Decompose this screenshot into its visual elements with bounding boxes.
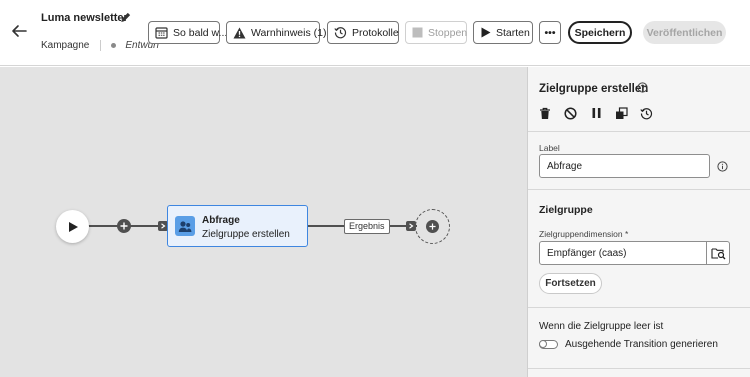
calendar-icon — [155, 27, 168, 39]
divider — [528, 368, 750, 369]
info-icon[interactable] — [637, 82, 648, 93]
separator — [100, 40, 102, 51]
add-activity-button[interactable] — [117, 219, 131, 233]
copy-tool[interactable] — [614, 106, 628, 120]
copy-icon — [615, 106, 628, 119]
divider — [528, 189, 750, 190]
stop-icon — [412, 27, 423, 38]
save-button[interactable]: Speichern — [568, 21, 632, 44]
dimension-field-label: Zielgruppendimension * — [539, 229, 628, 239]
start-node[interactable] — [56, 210, 89, 243]
schedule-button[interactable]: So bald w... — [148, 21, 227, 44]
more-icon: ••• — [544, 26, 556, 39]
trash-icon — [540, 107, 550, 119]
start-label: Starten — [496, 26, 530, 39]
label-input[interactable]: Abfrage — [539, 154, 710, 178]
logs-button[interactable]: Protokolle — [327, 21, 399, 44]
publish-button[interactable]: Veröffentlichen — [643, 21, 726, 44]
plus-icon — [120, 222, 128, 230]
pause-tool[interactable] — [589, 106, 603, 120]
status-dot — [111, 43, 117, 48]
history-tool[interactable] — [639, 106, 653, 120]
delete-tool[interactable] — [538, 106, 552, 120]
schedule-label: So bald w... — [173, 26, 228, 39]
plus-icon — [429, 223, 436, 230]
audience-icon — [175, 216, 195, 236]
label-field-label: Label — [539, 143, 560, 153]
stop-label: Stoppen — [428, 26, 468, 39]
dimension-picker-button[interactable] — [707, 241, 730, 265]
logs-label: Protokolle — [352, 26, 399, 39]
empty-audience-heading: Wenn die Zielgruppe leer ist — [539, 321, 664, 332]
divider — [528, 307, 750, 308]
pause-icon — [592, 108, 600, 118]
activity-title: Abfrage — [202, 215, 240, 226]
divider — [528, 131, 750, 132]
audience-section-heading: Zielgruppe — [539, 204, 593, 216]
transition-label[interactable]: Ergebnis — [344, 219, 390, 234]
play-icon — [68, 221, 78, 232]
campaign-meta: Kampagne Entwurf — [41, 40, 159, 51]
activity-build-audience[interactable]: Abfrage Zielgruppe erstellen — [167, 205, 308, 247]
pencil-icon[interactable] — [119, 11, 132, 24]
stop-button[interactable]: Stoppen — [405, 21, 467, 44]
toggle-knob — [539, 340, 547, 348]
history-icon — [639, 107, 652, 119]
disable-tool[interactable] — [563, 106, 577, 120]
arrow-left-icon[interactable] — [10, 22, 28, 40]
properties-panel: Zielgruppe erstellen Label Abfrage Zielg… — [527, 67, 750, 377]
disable-icon — [563, 106, 577, 120]
campaign-type: Kampagne — [41, 40, 90, 51]
required-mark: * — [625, 229, 629, 239]
play-icon — [481, 27, 491, 38]
panel-title: Zielgruppe erstellen — [539, 83, 649, 95]
workflow-canvas[interactable]: Abfrage Zielgruppe erstellen Ergebnis — [0, 67, 527, 377]
add-activity-button[interactable] — [426, 220, 439, 233]
dimension-input[interactable]: Empfänger (caas) — [539, 241, 707, 265]
campaign-title: Luma newsletter — [41, 12, 128, 24]
alert-icon — [233, 27, 246, 38]
more-actions-button[interactable]: ••• — [539, 21, 561, 44]
activity-subtitle: Zielgruppe erstellen — [202, 229, 290, 240]
header: Luma newsletter Kampagne Entwurf So bald… — [0, 0, 750, 66]
toggle-label: Ausgehende Transition generieren — [565, 339, 718, 350]
start-button[interactable]: Starten — [473, 21, 533, 44]
dimension-label-text: Zielgruppendimension — [539, 229, 623, 239]
warning-button[interactable]: Warnhinweis (1) — [226, 21, 326, 44]
history-icon — [334, 27, 347, 39]
folder-search-icon — [710, 247, 725, 259]
info-icon[interactable] — [717, 161, 728, 172]
outgoing-transition-toggle[interactable] — [539, 340, 558, 349]
warning-label: Warnhinweis (1) — [251, 26, 327, 39]
continue-button[interactable]: Fortsetzen — [539, 273, 602, 294]
